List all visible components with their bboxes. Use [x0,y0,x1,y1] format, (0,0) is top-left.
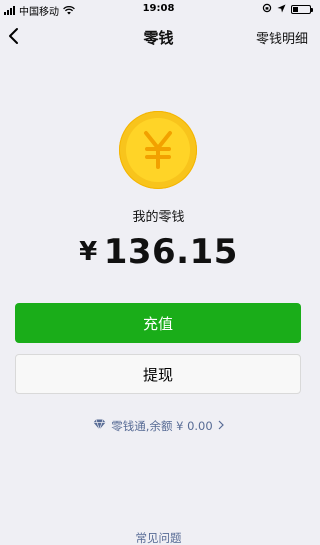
chevron-right-icon [218,419,224,433]
faq-link[interactable]: 常见问题 [0,530,317,545]
battery-fill [293,7,298,12]
rotation-lock-icon [262,3,272,16]
lingqiantong-link[interactable]: 零钱通,余额 ¥ 0.00 [0,418,317,434]
change-details-link[interactable]: 零钱明细 [256,28,308,47]
currency-symbol: ¥ [79,237,98,267]
balance-value: 136.15 [103,232,238,272]
status-right [262,3,313,16]
location-icon [277,4,286,16]
battery-icon [291,5,313,14]
status-bar: 中国移动 19:08 [0,0,317,18]
withdraw-button[interactable]: 提现 [15,354,301,394]
yuan-coin-icon [119,111,197,189]
lingqiantong-text: 零钱通,余额 ¥ 0.00 [111,419,213,433]
wallet-change-screen: 中国移动 19:08 零钱 零钱明细 我的零钱 ¥ 136.15 充值 提现 零… [0,0,317,545]
nav-bar: 零钱 零钱明细 [0,18,317,54]
recharge-button[interactable]: 充值 [15,303,301,343]
balance-label: 我的零钱 [132,210,185,225]
diamond-icon [93,419,106,433]
balance-amount: ¥136.15 [0,232,317,272]
